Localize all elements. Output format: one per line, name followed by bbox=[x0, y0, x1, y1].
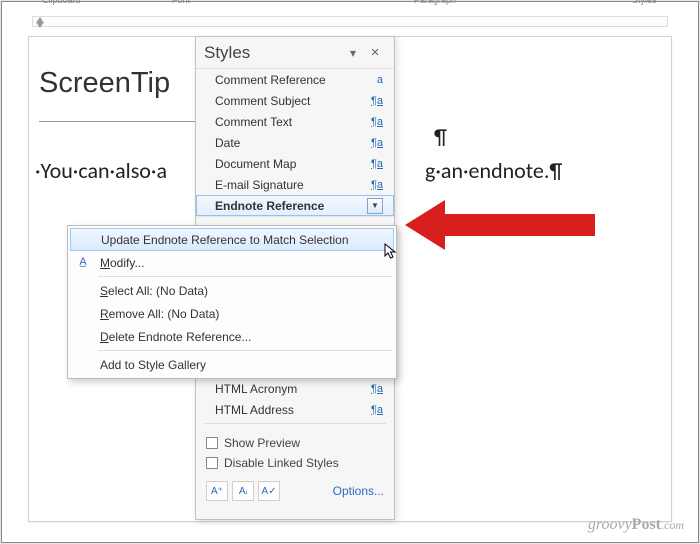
menu-delete[interactable]: Delete Endnote Reference... bbox=[70, 325, 394, 348]
styles-footer-toolbar: A⁺ Aᵢ A✓ Options... bbox=[196, 475, 394, 507]
checkbox-icon bbox=[206, 457, 218, 469]
menu-separator bbox=[98, 350, 392, 351]
menu-update-to-match[interactable]: Update Endnote Reference to Match Select… bbox=[70, 228, 394, 251]
app-window: Clipboard Font Paragraph Styles ScreenTi… bbox=[1, 1, 699, 543]
disable-linked-checkbox[interactable]: Disable Linked Styles bbox=[206, 453, 384, 473]
menu-select-all[interactable]: Select All: (No Data) bbox=[70, 279, 394, 302]
style-marker: ¶a bbox=[365, 116, 383, 128]
ruler-indent-marker[interactable] bbox=[36, 22, 44, 28]
watermark-dot: .com bbox=[661, 518, 684, 532]
style-item-label: Comment Text bbox=[215, 115, 365, 129]
new-style-button[interactable]: A⁺ bbox=[206, 481, 228, 501]
style-item-date[interactable]: Date ¶a bbox=[196, 132, 394, 153]
style-item-label: Endnote Reference bbox=[215, 199, 365, 213]
checkbox-label: Disable Linked Styles bbox=[224, 456, 339, 470]
menu-label: Remove All: (No Data) bbox=[100, 307, 219, 321]
style-item-endnote-reference[interactable]: Endnote Reference ▼ bbox=[196, 195, 394, 216]
style-item-email-signature[interactable]: E-mail Signature ¶a bbox=[196, 174, 394, 195]
divider bbox=[204, 423, 386, 424]
style-item-html-address[interactable]: HTML Address ¶a bbox=[196, 399, 394, 420]
style-item-label: Comment Subject bbox=[215, 94, 365, 108]
paragraph-mark: ¶ bbox=[434, 123, 447, 150]
style-marker: ¶a bbox=[365, 179, 383, 191]
styles-pane-header: Styles ▾ × bbox=[196, 37, 394, 69]
dropdown-icon[interactable]: ▾ bbox=[342, 42, 364, 64]
watermark-right: Post bbox=[632, 516, 661, 533]
style-marker: ¶a bbox=[365, 137, 383, 149]
menu-remove-all[interactable]: Remove All: (No Data) bbox=[70, 302, 394, 325]
watermark: groovyPost.com bbox=[588, 516, 684, 534]
style-list: Comment Reference a Comment Subject ¶a C… bbox=[196, 69, 394, 216]
modify-icon: A̲ bbox=[74, 253, 92, 271]
style-item-label: HTML Address bbox=[215, 403, 365, 417]
style-marker: a bbox=[365, 74, 383, 86]
menu-label: Modify... bbox=[100, 256, 144, 270]
styles-pane-title: Styles bbox=[204, 43, 342, 63]
style-item-html-acronym[interactable]: HTML Acronym ¶a bbox=[196, 378, 394, 399]
ribbon-label-clipboard: Clipboard bbox=[42, 0, 81, 5]
ribbon-label-styles: Styles bbox=[632, 0, 657, 5]
show-preview-checkbox[interactable]: Show Preview bbox=[206, 433, 384, 453]
options-link[interactable]: Options... bbox=[333, 484, 384, 498]
style-item-document-map[interactable]: Document Map ¶a bbox=[196, 153, 394, 174]
style-item-label: HTML Acronym bbox=[215, 382, 365, 396]
style-item-label: Document Map bbox=[215, 157, 365, 171]
style-item-label: Comment Reference bbox=[215, 73, 365, 87]
style-item-label: Date bbox=[215, 136, 365, 150]
style-item-comment-text[interactable]: Comment Text ¶a bbox=[196, 111, 394, 132]
page-title: ScreenTip bbox=[39, 67, 170, 100]
body-text-left: ·You·can·also·a bbox=[35, 157, 167, 184]
menu-modify[interactable]: A̲ Modify... bbox=[70, 251, 394, 274]
style-item-comment-subject[interactable]: Comment Subject ¶a bbox=[196, 90, 394, 111]
manage-styles-button[interactable]: A✓ bbox=[258, 481, 280, 501]
style-context-menu: Update Endnote Reference to Match Select… bbox=[67, 225, 397, 379]
style-item-label: E-mail Signature bbox=[215, 178, 365, 192]
style-item-comment-reference[interactable]: Comment Reference a bbox=[196, 69, 394, 90]
menu-add-to-gallery[interactable]: Add to Style Gallery bbox=[70, 353, 394, 376]
ribbon-label-font: Font bbox=[172, 0, 190, 5]
style-marker: ¶a bbox=[365, 158, 383, 170]
close-icon[interactable]: × bbox=[364, 42, 386, 64]
menu-label: Add to Style Gallery bbox=[100, 358, 206, 372]
styles-footer: Show Preview Disable Linked Styles bbox=[196, 427, 394, 475]
ribbon-section-labels: Clipboard Font Paragraph Styles bbox=[2, 0, 698, 7]
style-marker: ¶a bbox=[365, 95, 383, 107]
menu-label: Delete Endnote Reference... bbox=[100, 330, 251, 344]
body-text-right: g·an·endnote.¶ bbox=[425, 157, 562, 184]
ribbon-label-paragraph: Paragraph bbox=[414, 0, 456, 5]
checkbox-icon bbox=[206, 437, 218, 449]
ruler[interactable] bbox=[32, 16, 668, 27]
menu-separator bbox=[98, 276, 392, 277]
dropdown-icon[interactable]: ▼ bbox=[367, 198, 383, 214]
style-inspector-button[interactable]: Aᵢ bbox=[232, 481, 254, 501]
style-marker: ¶a bbox=[365, 404, 383, 416]
watermark-left: groovy bbox=[588, 516, 632, 533]
checkbox-label: Show Preview bbox=[224, 436, 300, 450]
menu-label: Update Endnote Reference to Match Select… bbox=[101, 233, 349, 247]
menu-label: Select All: (No Data) bbox=[100, 284, 208, 298]
title-underline bbox=[39, 121, 209, 122]
style-marker: ¶a bbox=[365, 383, 383, 395]
